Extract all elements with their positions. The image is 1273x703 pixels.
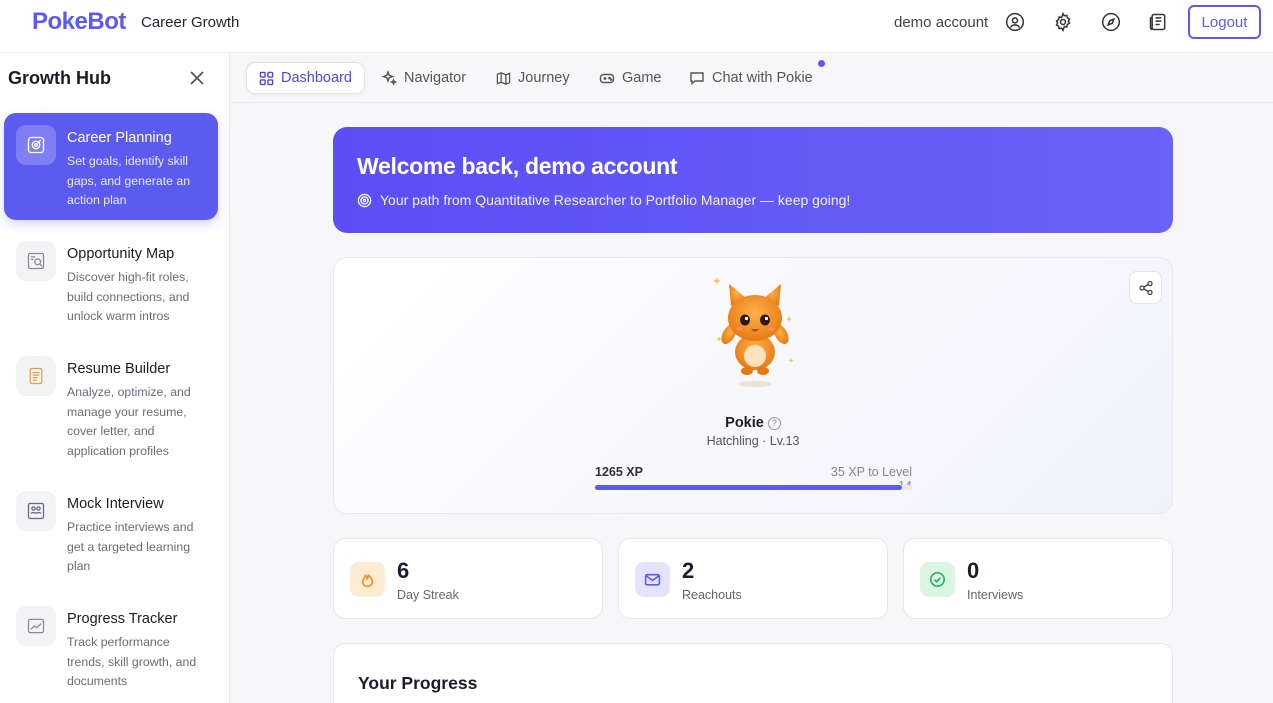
- sidebar-item-title: Progress Tracker: [67, 611, 178, 627]
- user-circle-icon[interactable]: [1004, 11, 1026, 33]
- account-name: demo account: [894, 14, 989, 31]
- xp-progress-bar: [595, 485, 912, 490]
- pet-card: Pokie? Hatchling · Lv.13 1265 XP 35 XP t…: [333, 257, 1173, 514]
- top-bar: PokeBot Career Growth demo account Logou…: [0, 0, 1273, 53]
- progress-title: Your Progress: [358, 673, 478, 693]
- sidebar-item-progress-tracker[interactable]: Progress Tracker Track performance trend…: [4, 594, 218, 694]
- sidebar-item-title: Career Planning: [67, 130, 172, 146]
- stat-value: 2: [682, 558, 695, 583]
- tab-label: Navigator: [404, 70, 467, 86]
- grid-icon: [259, 71, 274, 85]
- gear-icon[interactable]: [1052, 11, 1074, 33]
- stat-value: 0: [967, 558, 980, 583]
- sidebar-item-desc: Discover high-fit roles, build connectio…: [67, 270, 190, 323]
- brand-logo[interactable]: PokeBot: [32, 8, 126, 36]
- sparkles-icon: [381, 70, 397, 86]
- map-search-icon: [16, 241, 56, 281]
- tab-label: Chat with Pokie: [712, 70, 813, 86]
- sidebar-item-resume-builder[interactable]: Resume Builder Analyze, optimize, and ma…: [4, 344, 218, 464]
- pet-name-text: Pokie: [725, 415, 764, 431]
- tab-chat-with-pokie[interactable]: Chat with Pokie: [677, 62, 825, 94]
- sidebar-title: Growth Hub: [8, 68, 111, 88]
- map-icon: [496, 71, 511, 85]
- share-button[interactable]: [1129, 271, 1162, 304]
- sidebar-item-title: Mock Interview: [67, 496, 164, 512]
- check-circle-icon: [920, 562, 955, 597]
- sidebar-item-career-planning[interactable]: Career Planning Set goals, identify skil…: [4, 113, 218, 220]
- sidebar-item-desc: Track performance trends, skill growth, …: [67, 635, 197, 688]
- stat-card-interviews: 0 Interviews: [903, 538, 1173, 619]
- close-icon[interactable]: [186, 67, 208, 89]
- sidebar: Growth Hub Career Planning Set goals, id…: [0, 53, 230, 703]
- tab-label: Journey: [518, 70, 570, 86]
- welcome-subtitle: Your path from Quantitative Researcher t…: [357, 192, 850, 208]
- chart-icon: [16, 606, 56, 646]
- compass-icon[interactable]: [1100, 11, 1122, 33]
- stat-card-reachouts: 2 Reachouts: [618, 538, 888, 619]
- tab-label: Game: [622, 70, 662, 86]
- stat-label: Reachouts: [682, 588, 742, 602]
- chat-icon: [690, 72, 704, 85]
- welcome-subtitle-text: Your path from Quantitative Researcher t…: [380, 192, 851, 208]
- tab-dashboard[interactable]: Dashboard: [246, 62, 365, 94]
- stat-value: 6: [397, 558, 410, 583]
- tab-label: Dashboard: [281, 70, 352, 86]
- sidebar-item-title: Opportunity Map: [67, 246, 175, 262]
- section-name: Career Growth: [141, 14, 240, 31]
- tab-navigator[interactable]: Navigator: [369, 62, 478, 94]
- flame-icon: [350, 562, 385, 597]
- stat-card-day-streak: 6 Day Streak: [333, 538, 603, 619]
- xp-label: 1265 XP: [595, 465, 643, 479]
- pet-avatar[interactable]: [699, 272, 809, 392]
- target-icon: [16, 125, 56, 165]
- share-icon: [1138, 280, 1153, 295]
- document-icon: [16, 356, 56, 396]
- welcome-banner: Welcome back, demo account Your path fro…: [333, 127, 1173, 233]
- logout-button[interactable]: Logout: [1188, 5, 1261, 39]
- tab-bar: Dashboard Navigator Journey Game Chat wi…: [231, 53, 1273, 103]
- help-icon[interactable]: ?: [767, 417, 781, 430]
- mail-icon: [635, 562, 670, 597]
- pet-stage: Hatchling · Lv.13: [706, 434, 800, 448]
- sidebar-item-opportunity-map[interactable]: Opportunity Map Discover high-fit roles,…: [4, 229, 218, 329]
- sidebar-item-desc: Practice interviews and get a targeted l…: [67, 520, 194, 573]
- sidebar-item-desc: Analyze, optimize, and manage your resum…: [67, 385, 191, 458]
- xp-progress-fill: [595, 485, 903, 490]
- gamepad-icon: [599, 73, 615, 84]
- stat-label: Interviews: [967, 588, 1024, 602]
- pet-name: Pokie?: [334, 415, 1172, 431]
- newspaper-icon[interactable]: [1147, 11, 1169, 33]
- target-icon: [357, 193, 372, 207]
- notification-dot: [818, 60, 825, 67]
- sidebar-item-mock-interview[interactable]: Mock Interview Practice interviews and g…: [4, 479, 218, 579]
- progress-card: Your Progress: [333, 643, 1173, 703]
- sidebar-item-title: Resume Builder: [67, 361, 171, 377]
- tab-journey[interactable]: Journey: [484, 62, 582, 94]
- tab-game[interactable]: Game: [587, 62, 674, 94]
- stat-label: Day Streak: [397, 588, 459, 602]
- welcome-title: Welcome back, demo account: [357, 153, 678, 179]
- sidebar-item-desc: Set goals, identify skill gaps, and gene…: [67, 154, 191, 207]
- interview-icon: [16, 491, 56, 531]
